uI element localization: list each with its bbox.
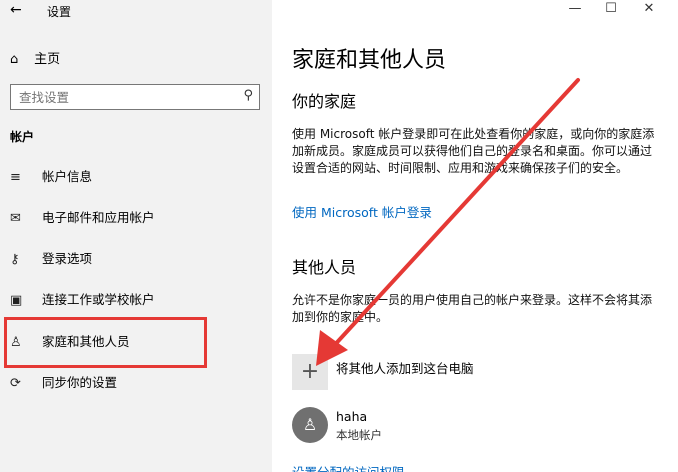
main-panel: — ☐ ✕ 家庭和其他人员 你的家庭 使用 Microsoft 帐户登录即可在此… bbox=[272, 0, 678, 472]
window-title: 设置 bbox=[47, 5, 72, 19]
user-name[interactable]: haha bbox=[336, 409, 367, 424]
family-description: 使用 Microsoft 帐户登录即可在此处查看你的家庭，或向你的家庭添加新成员… bbox=[292, 127, 655, 175]
maximize-icon[interactable]: ☐ bbox=[596, 1, 626, 16]
minimize-icon[interactable]: — bbox=[560, 1, 590, 16]
person-icon: ♙ bbox=[302, 415, 318, 434]
close-icon[interactable]: ✕ bbox=[634, 1, 664, 16]
sidebar-item-sync[interactable]: ⟳ 同步你的设置 bbox=[10, 371, 117, 395]
assigned-access-link[interactable]: 设置分配的访问权限 bbox=[292, 462, 405, 472]
sidebar-item-work-school[interactable]: ▣ 连接工作或学校帐户 bbox=[10, 288, 155, 312]
plus-icon: + bbox=[300, 359, 320, 384]
home-icon: ⌂ bbox=[10, 52, 19, 67]
sidebar-item-label: 连接工作或学校帐户 bbox=[41, 292, 155, 307]
page-title: 家庭和其他人员 bbox=[292, 48, 447, 73]
sidebar-item-label: 同步你的设置 bbox=[41, 375, 117, 390]
family-heading: 你的家庭 bbox=[292, 92, 357, 111]
sidebar: ← 设置 ⌂ 主页 ⚲ 帐户 ≡ 帐户信息 ✉ 电子邮件和应用帐户 ⚷ 登录选项… bbox=[0, 0, 272, 472]
user-type: 本地帐户 bbox=[336, 428, 382, 442]
sync-icon: ⟳ bbox=[10, 376, 21, 391]
section-label: 帐户 bbox=[10, 130, 35, 144]
avatar[interactable]: ♙ bbox=[292, 407, 328, 443]
key-icon: ⚷ bbox=[10, 252, 20, 267]
search-input[interactable] bbox=[17, 89, 231, 106]
others-description: 允许不是你家庭一员的用户使用自己的帐户来登录。这样不会将其添加到你的家庭中。 bbox=[292, 293, 653, 324]
back-arrow-icon[interactable]: ← bbox=[10, 2, 22, 18]
sidebar-item-label: 电子邮件和应用帐户 bbox=[41, 210, 155, 225]
sidebar-item-label: 帐户信息 bbox=[41, 169, 92, 184]
sidebar-item-signin-options[interactable]: ⚷ 登录选项 bbox=[10, 247, 92, 271]
sidebar-item-label: 登录选项 bbox=[41, 251, 92, 266]
sidebar-item-home[interactable]: ⌂ 主页 bbox=[10, 48, 60, 67]
add-user-button[interactable]: + bbox=[292, 354, 328, 390]
add-user-label[interactable]: 将其他人添加到这台电脑 bbox=[336, 358, 474, 377]
highlight-box bbox=[4, 317, 207, 368]
microsoft-signin-link[interactable]: 使用 Microsoft 帐户登录 bbox=[292, 202, 432, 221]
sidebar-item-account-info[interactable]: ≡ 帐户信息 bbox=[10, 165, 92, 189]
window-controls: — ☐ ✕ bbox=[538, 0, 678, 22]
search-icon[interactable]: ⚲ bbox=[243, 88, 253, 103]
home-label: 主页 bbox=[34, 52, 61, 67]
titlebar-left: ← 设置 bbox=[0, 0, 272, 22]
others-heading: 其他人员 bbox=[292, 258, 357, 277]
search-box[interactable]: ⚲ bbox=[10, 84, 260, 110]
briefcase-icon: ▣ bbox=[10, 293, 23, 308]
person-card-icon: ≡ bbox=[10, 170, 21, 185]
sidebar-item-email[interactable]: ✉ 电子邮件和应用帐户 bbox=[10, 206, 155, 230]
mail-icon: ✉ bbox=[10, 211, 21, 226]
